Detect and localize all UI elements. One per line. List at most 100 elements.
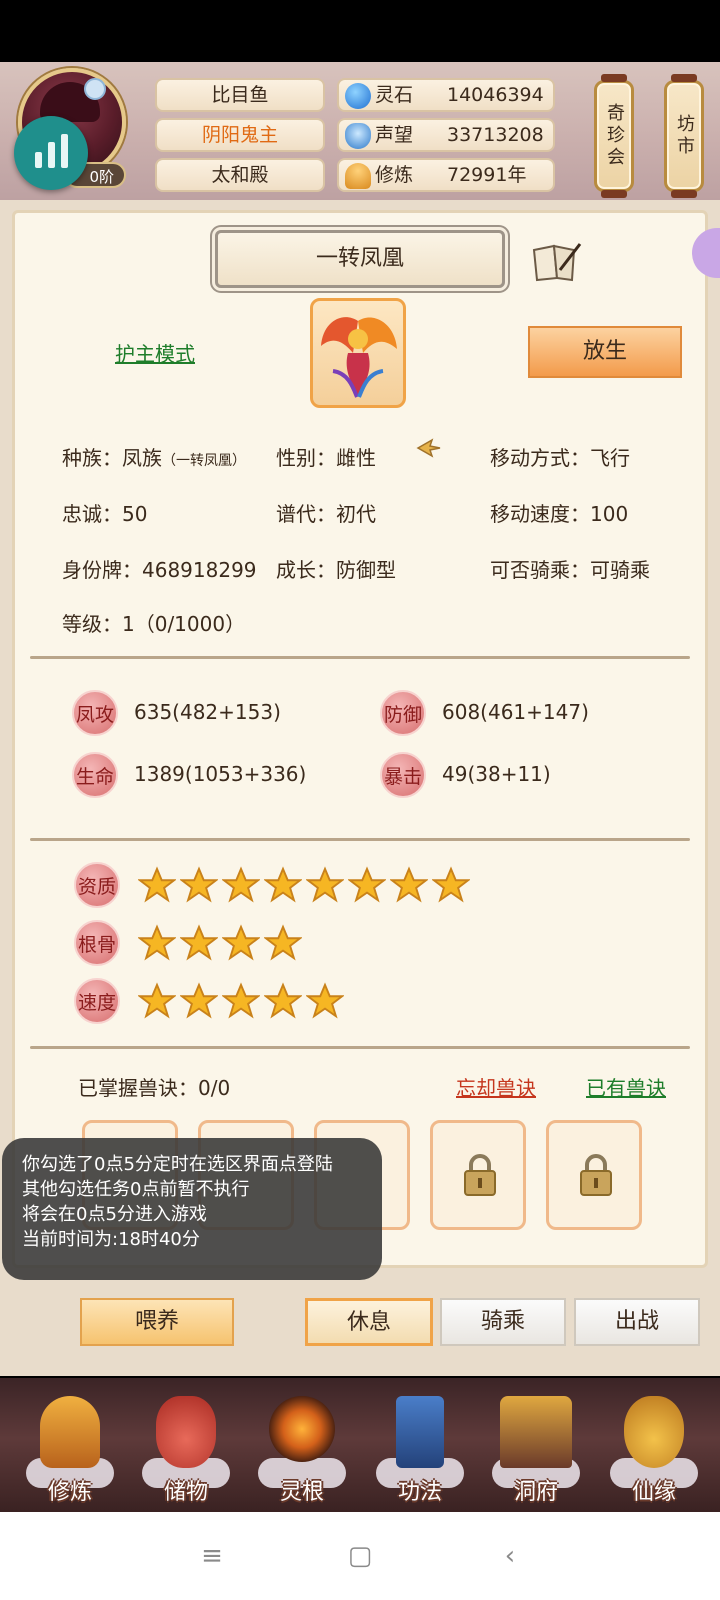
growth-value: 防御型 <box>336 558 396 582</box>
star-icon <box>264 924 302 961</box>
star-icon <box>306 866 344 903</box>
move-speed-value: 100 <box>590 502 629 526</box>
move-speed-label: 移动速度： <box>490 502 590 526</box>
book-icon <box>396 1396 444 1468</box>
attack-value: 635(482+153) <box>134 700 281 724</box>
skill-slot-locked[interactable] <box>430 1120 526 1230</box>
toast-line: 你勾选了0点5分定时在选区界面点登陆 <box>22 1154 333 1175</box>
nav-label: 修炼 <box>47 1480 92 1505</box>
bar-chart-icon-bar <box>60 134 68 168</box>
health-badge: 生命 <box>72 752 118 798</box>
rest-button[interactable]: 休息 <box>305 1298 433 1346</box>
race-field: 种族：凤族（一转凤凰） <box>62 442 246 471</box>
pet-manual-icon[interactable] <box>530 240 584 282</box>
race-subtype: （一转凤凰） <box>162 453 246 469</box>
nav-cultivate[interactable]: 修炼 <box>20 1388 120 1512</box>
resource-label: 声望 <box>375 124 414 146</box>
resource-value: 72991年 <box>447 164 527 186</box>
home-icon[interactable]: ▢ <box>346 1542 374 1570</box>
gender-value: 雌性 <box>336 446 376 470</box>
status-bar <box>0 0 720 62</box>
back-icon[interactable]: ‹ <box>496 1542 524 1570</box>
spirit-root-icon <box>269 1396 335 1462</box>
gender-label: 性别： <box>276 446 336 470</box>
owned-skills-link[interactable]: 已有兽诀 <box>586 1072 666 1101</box>
player-title: 阴阳鬼主 <box>155 118 325 152</box>
rideable-label: 可否骑乘： <box>490 558 590 582</box>
nav-spirit-root[interactable]: 灵根 <box>252 1388 352 1512</box>
aptitude-badge: 资质 <box>74 862 120 908</box>
resource-value: 14046394 <box>447 84 544 106</box>
star-icon <box>306 982 344 1019</box>
generation-label: 谱代： <box>276 502 336 526</box>
divider <box>30 838 690 841</box>
guard-mode-link[interactable]: 护主模式 <box>115 338 195 367</box>
nav-storage[interactable]: 储物 <box>136 1388 236 1512</box>
nav-label: 灵根 <box>279 1480 324 1505</box>
star-icon <box>222 982 260 1019</box>
loyalty-label: 忠诚： <box>62 502 122 526</box>
pet-name-title: 一转凤凰 <box>215 230 505 288</box>
toast-line: 其他勾选任务0点前暂不执行 <box>22 1179 250 1200</box>
player-location: 太和殿 <box>155 158 325 192</box>
aptitude-stars <box>138 866 470 904</box>
move-mode-field: 移动方式：飞行 <box>490 442 630 471</box>
crit-badge: 暴击 <box>380 752 426 798</box>
level-value: 1（0/1000） <box>122 612 246 636</box>
gender-field: 性别：雌性 <box>276 442 376 471</box>
rideable-value: 可骑乘 <box>590 558 650 582</box>
release-button[interactable]: 放生 <box>528 326 682 378</box>
bar-chart-icon <box>34 152 42 168</box>
growth-label: 成长： <box>276 558 336 582</box>
level-label: 等级： <box>62 612 122 636</box>
star-icon <box>390 866 428 903</box>
star-icon <box>432 866 470 903</box>
move-mode-label: 移动方式： <box>490 446 590 470</box>
rideable-field: 可否骑乘：可骑乘 <box>490 554 650 583</box>
mastered-skills: 已掌握兽诀：0/0 <box>78 1076 231 1100</box>
star-icon <box>180 924 218 961</box>
stats-float-button[interactable] <box>14 116 88 190</box>
bar-chart-icon-bar <box>47 142 55 168</box>
menu-icon[interactable]: ≡ <box>198 1542 226 1570</box>
toast-line: 将会在0点5分进入游戏 <box>22 1204 207 1225</box>
id-label: 身份牌： <box>62 558 142 582</box>
nav-technique[interactable]: 功法 <box>370 1388 470 1512</box>
star-icon <box>138 866 176 903</box>
divider <box>30 656 690 659</box>
star-icon <box>222 866 260 903</box>
battle-button[interactable]: 出战 <box>574 1298 700 1346</box>
star-icon <box>264 982 302 1019</box>
gender-switch-icon[interactable] <box>412 434 444 462</box>
prestige-icon <box>345 123 371 149</box>
ride-button[interactable]: 骑乘 <box>440 1298 566 1346</box>
divider <box>30 1046 690 1049</box>
star-icon <box>138 924 176 961</box>
feed-button[interactable]: 喂养 <box>80 1298 234 1346</box>
move-mode-value: 飞行 <box>590 446 630 470</box>
star-icon <box>180 982 218 1019</box>
generation-value: 初代 <box>336 502 376 526</box>
race-value: 凤族 <box>122 446 162 470</box>
defense-value: 608(461+147) <box>442 700 589 724</box>
generation-field: 谱代：初代 <box>276 498 376 527</box>
treasure-fair-button[interactable]: 奇珍会 <box>594 74 634 198</box>
move-speed-field: 移动速度：100 <box>490 498 628 527</box>
resource-value: 33713208 <box>447 124 544 146</box>
resource-cultivation: 修炼 72991年 <box>337 158 555 192</box>
nav-cave[interactable]: 洞府 <box>486 1388 586 1512</box>
nav-label: 仙缘 <box>631 1480 676 1505</box>
lock-icon <box>464 1154 496 1196</box>
attack-badge: 凤攻 <box>72 690 118 736</box>
bone-stars <box>138 924 302 962</box>
star-icon <box>264 866 302 903</box>
crit-value: 49(38+11) <box>442 762 551 786</box>
nav-fate[interactable]: 仙缘 <box>604 1388 704 1512</box>
skill-slot-locked[interactable] <box>546 1120 642 1230</box>
market-button[interactable]: 坊市 <box>664 74 704 198</box>
resource-label: 修炼 <box>375 164 414 186</box>
lock-icon <box>580 1154 612 1196</box>
health-value: 1389(1053+336) <box>134 762 307 786</box>
forget-skill-link[interactable]: 忘却兽诀 <box>456 1072 536 1101</box>
star-icon <box>222 924 260 961</box>
